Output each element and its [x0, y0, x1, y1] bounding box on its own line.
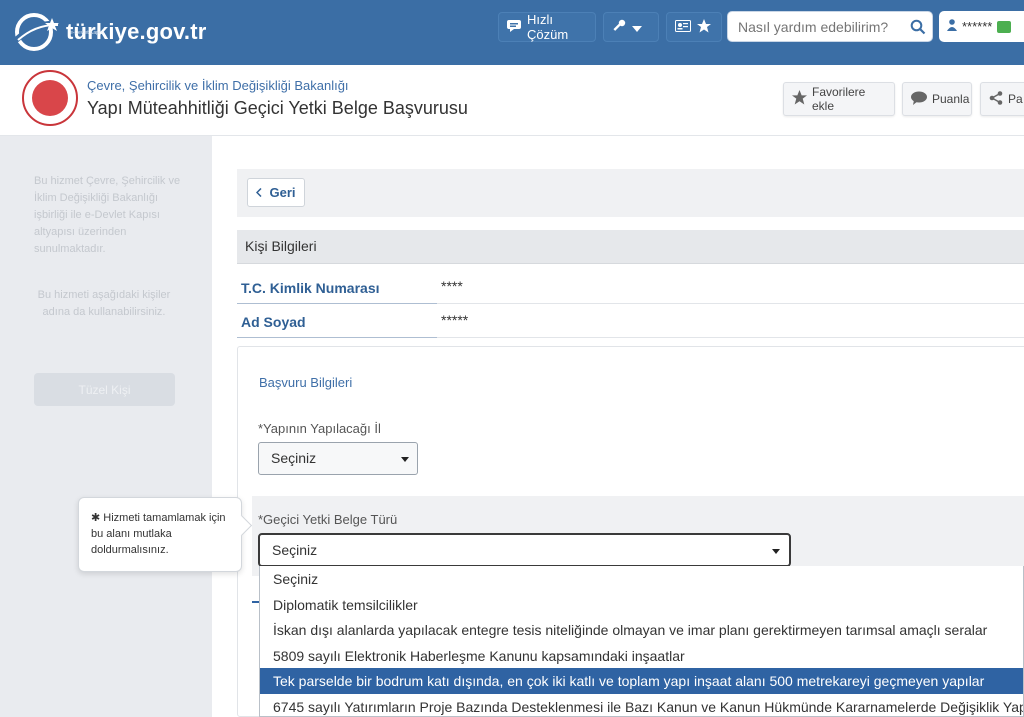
message-badge-icon [997, 20, 1012, 33]
ministry-name[interactable]: Çevre, Şehircilik ve İklim Değişikliği B… [87, 78, 349, 93]
back-button[interactable]: Geri [247, 178, 305, 207]
dropdown-option[interactable]: İskan dışı alanlarda yapılacak entegre t… [260, 617, 1023, 643]
name-value: ***** [441, 312, 469, 328]
name-label: Ad Soyad [241, 314, 306, 330]
chat-icon [507, 19, 521, 35]
id-card-icon [675, 19, 691, 35]
dropdown-option-highlighted[interactable]: Tek parselde bir bodrum katı dışında, en… [260, 668, 1023, 694]
dropdown-option[interactable]: 5809 sayılı Elektronik Haberleşme Kanunu… [260, 643, 1023, 669]
share-label: Pa [1008, 92, 1023, 106]
province-select-value: Seçiniz [271, 450, 317, 466]
ministry-seal-icon [22, 70, 78, 126]
key-icon [612, 19, 626, 36]
info-row-tc: T.C. Kimlik Numarası **** [237, 272, 1024, 304]
dropdown-option[interactable]: Seçiniz [260, 566, 1023, 592]
tc-label: T.C. Kimlik Numarası [241, 280, 380, 296]
dropdown-option[interactable]: Diplomatik temsilcilikler [260, 592, 1023, 618]
speech-bubble-icon [911, 91, 927, 108]
info-row-name: Ad Soyad ***** [237, 306, 1024, 338]
search-icon[interactable] [910, 19, 926, 35]
key-menu-button[interactable] [603, 12, 659, 42]
card-favorites-button[interactable] [666, 12, 722, 42]
service-info-text: Bu hizmet Çevre, Şehircilik ve İklim Değ… [34, 175, 181, 255]
caret-down-icon [401, 457, 409, 462]
dropdown-option[interactable]: 6745 sayılı Yatırımların Proje Bazında D… [260, 694, 1023, 717]
user-icon [947, 19, 957, 34]
logo-swoosh-icon [12, 10, 60, 54]
chevron-down-icon [632, 20, 642, 35]
tc-value: **** [441, 278, 463, 294]
rate-label: Puanla [932, 92, 970, 106]
user-name: ****** [962, 19, 993, 34]
page-title: Yapı Müteahhitliği Geçici Yetki Belge Ba… [87, 98, 468, 118]
star-icon [697, 18, 711, 36]
star-icon [792, 90, 807, 108]
on-behalf-text: Bu hizmeti aşağıdaki kişiler adına da ku… [37, 289, 171, 318]
certificate-type-dropdown[interactable]: Seçiniz Diplomatik temsilcilikler İskan … [259, 566, 1024, 717]
province-select[interactable]: Seçiniz [258, 442, 418, 475]
sidebar: Bu hizmet Çevre, Şehircilik ve İklim Değ… [0, 136, 212, 717]
top-bar: türkiye.gov.tr e-Devlet Kapısı Hızlı Çöz… [0, 0, 1024, 65]
province-label: *Yapının Yapılacağı İl [258, 421, 381, 436]
logo-subtitle: e-Devlet Kapısı [70, 30, 105, 36]
certificate-type-label: *Geçici Yetki Belge Türü [258, 512, 398, 527]
section-title: Kişi Bilgileri [237, 230, 1024, 264]
share-button[interactable]: Pa [980, 82, 1024, 116]
add-favorite-button[interactable]: Favorilere ekle [783, 82, 895, 116]
caret-down-icon [772, 549, 780, 554]
rate-button[interactable]: Puanla [902, 82, 972, 116]
site-logo[interactable]: türkiye.gov.tr [12, 10, 207, 54]
certificate-type-select-value: Seçiniz [272, 542, 318, 558]
share-icon [989, 90, 1003, 108]
legal-entity-button[interactable]: Tüzel Kişi [34, 373, 175, 406]
certificate-type-select[interactable]: Seçiniz [258, 533, 791, 567]
service-header: Çevre, Şehircilik ve İklim Değişikliği B… [0, 65, 1024, 136]
form-title: Başvuru Bilgileri [259, 375, 353, 390]
quick-solution-button[interactable]: Hızlı Çözüm [498, 12, 596, 42]
back-row [237, 169, 1024, 217]
quick-solution-label: Hızlı Çözüm [527, 12, 569, 42]
add-favorite-label: Favorilere ekle [812, 85, 866, 113]
required-field-tooltip: ✱ Hizmeti tamamlamak için bu alanı mutla… [78, 497, 242, 572]
search-box[interactable] [727, 11, 933, 42]
chevron-left-icon [256, 185, 263, 200]
user-menu[interactable]: ****** [939, 11, 1024, 42]
search-input[interactable] [738, 18, 908, 36]
back-label: Geri [269, 185, 296, 200]
